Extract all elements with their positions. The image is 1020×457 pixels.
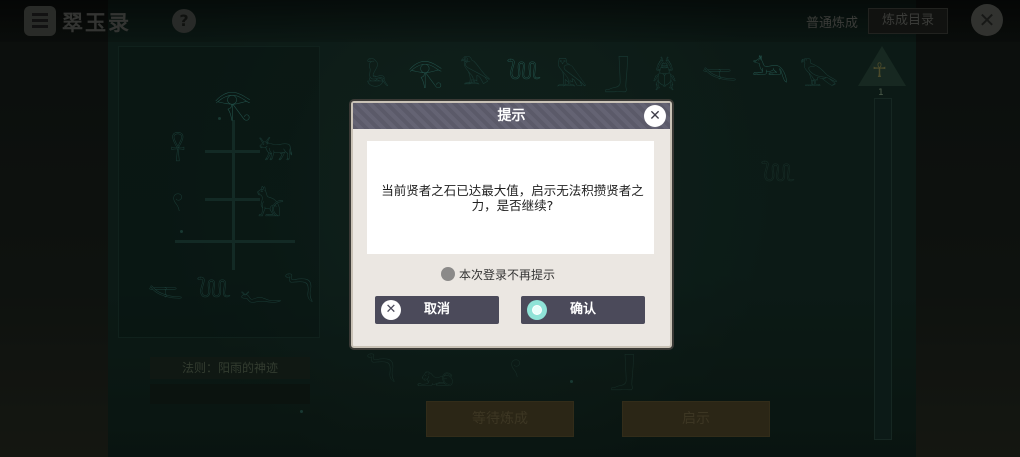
dialog-message: 当前贤者之石已达最大值，启示无法积攒贤者之力，是否继续? — [381, 183, 644, 213]
confirm-label: 确认 — [569, 302, 596, 317]
dialog-title: 提示 — [497, 108, 526, 124]
cancel-label: 取消 — [423, 302, 450, 317]
dont-show-again-label[interactable]: 本次登录不再提示 — [459, 266, 555, 283]
dont-show-again-checkbox[interactable] — [441, 267, 455, 281]
dialog-close-icon[interactable]: ✕ — [644, 105, 666, 127]
cancel-button[interactable]: ✕ 取消 — [375, 296, 499, 324]
confirm-button[interactable]: 确认 — [521, 296, 645, 324]
prompt-dialog: 提示 ✕ 当前贤者之石已达最大值，启示无法积攒贤者之力，是否继续? 本次登录不再… — [351, 101, 672, 348]
